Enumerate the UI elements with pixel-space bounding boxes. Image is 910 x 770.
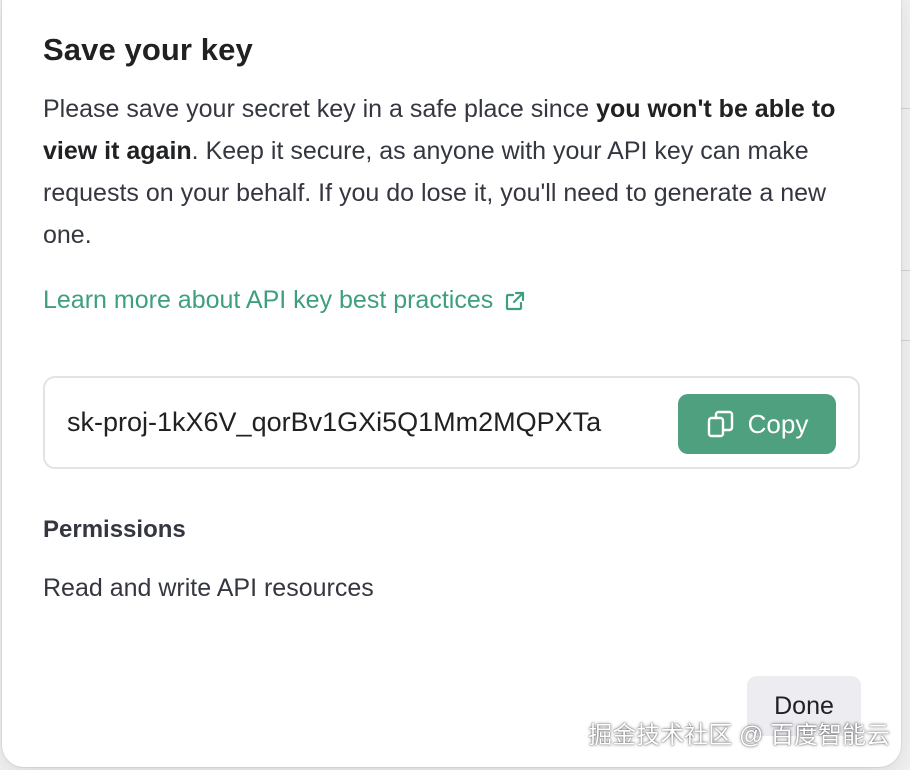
permissions-value: Read and write API resources: [43, 574, 374, 602]
description-text: Please save your secret key in a safe pl…: [43, 95, 597, 123]
copy-icon: [707, 410, 733, 438]
external-link-icon: [506, 291, 525, 310]
permissions-heading: Permissions: [43, 516, 186, 543]
copy-button-label: Copy: [747, 408, 809, 439]
learn-more-link-label: Learn more about API key best practices: [43, 286, 494, 314]
done-button[interactable]: Done: [747, 676, 861, 736]
copy-button[interactable]: Copy: [678, 394, 836, 454]
dialog-title: Save your key: [43, 32, 253, 67]
save-key-dialog: Save your key Please save your secret ke…: [2, 0, 901, 767]
learn-more-link[interactable]: Learn more about API key best practices: [43, 286, 527, 315]
secret-key-field: Copy: [43, 376, 860, 469]
secret-key-input[interactable]: [67, 378, 667, 467]
dialog-description: Please save your secret key in a safe pl…: [43, 88, 873, 256]
